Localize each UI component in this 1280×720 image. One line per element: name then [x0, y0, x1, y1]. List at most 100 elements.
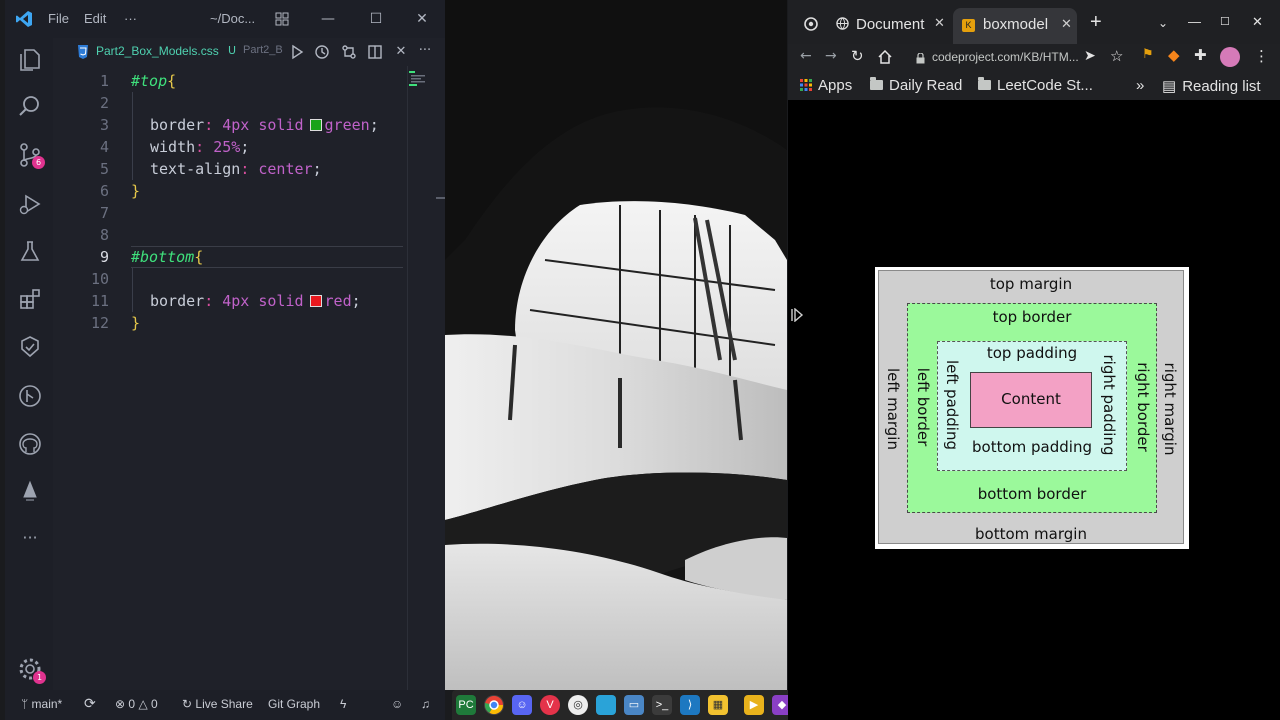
close-tab-icon[interactable]: ✕ — [393, 44, 409, 60]
search-icon[interactable] — [17, 93, 43, 119]
tab-css-file[interactable]: Part2_Box_Models.css — [96, 44, 219, 58]
red-color-swatch[interactable] — [309, 295, 322, 307]
extensions-icon[interactable] — [17, 286, 43, 312]
code-line[interactable]: 11 border: 4px solid red; — [53, 290, 413, 312]
notifications-bell-icon[interactable]: ♫ — [421, 697, 430, 711]
codeproject-favicon-icon: K — [962, 19, 975, 32]
chrome-toolbar: ← → ↻ codeproject.com/KB/HTM... ➤ ☆ ⚑ ◆ … — [788, 44, 1280, 72]
tab-document[interactable]: Document ✕ — [836, 10, 948, 40]
status-bar: ᛘ main* ⟳ ⊗ 0 △ 0 ↻ Live Share Git Graph… — [5, 690, 445, 720]
scrollbar-marker[interactable] — [436, 197, 445, 199]
minimize-icon[interactable]: — — [1188, 14, 1201, 44]
compare-icon[interactable] — [341, 44, 357, 60]
property-text-align: text-align — [150, 160, 241, 178]
reload-icon[interactable]: ↻ — [851, 47, 864, 65]
extensions-puzzle-icon[interactable]: ✚ — [1194, 46, 1207, 64]
reading-list-button[interactable]: ▤ Reading list — [1162, 77, 1261, 95]
remote-check-icon[interactable] — [17, 334, 43, 360]
code-line[interactable]: 5 text-align: center; — [53, 158, 413, 180]
explorer-icon[interactable] — [17, 46, 43, 72]
problems-status[interactable]: ⊗ 0 △ 0 — [115, 697, 158, 711]
files-icon[interactable]: ▭ — [624, 695, 644, 715]
git-graph-button[interactable]: Git Graph — [268, 697, 320, 711]
green-color-swatch[interactable] — [309, 119, 322, 131]
live-share-button[interactable]: ↻ Live Share — [182, 697, 253, 711]
code-line[interactable]: 3 border: 4px solid green; — [53, 114, 413, 136]
maximize-icon[interactable]: ☐ — [366, 9, 386, 29]
bookmark-apps[interactable]: Apps — [800, 77, 852, 94]
editor-area[interactable]: Part2_Box_Models.css U Part2_B ✕ ··· 1 #… — [53, 38, 445, 690]
more-actions-icon[interactable]: ··· — [417, 44, 433, 60]
chrome-more-icon[interactable]: ⋮ — [1254, 47, 1269, 65]
discord-icon[interactable]: ☺ — [512, 695, 532, 715]
close-icon[interactable]: ✕ — [412, 9, 432, 29]
app-circle-icon[interactable]: ◎ — [568, 695, 588, 715]
vscode-dock-icon[interactable]: ⟩ — [680, 695, 700, 715]
tab-boxmodel[interactable]: K boxmodel ✕ — [953, 8, 1077, 44]
git-graph-icon[interactable] — [17, 383, 43, 409]
code-line[interactable]: 6 } — [53, 180, 413, 202]
deploy-icon[interactable] — [17, 479, 43, 505]
code-line[interactable]: 1 #top{ — [53, 70, 413, 92]
more-bookmarks-button[interactable]: » — [1136, 77, 1144, 94]
send-icon[interactable]: ➤ — [1084, 48, 1096, 64]
code-line[interactable]: 8 — [53, 224, 413, 246]
tab-close-icon[interactable]: ✕ — [1061, 16, 1072, 32]
maximize-icon[interactable]: ☐ — [1220, 15, 1230, 45]
app-yellow-icon[interactable]: ▶ — [744, 695, 764, 715]
profile-avatar[interactable] — [1220, 47, 1240, 67]
bookmark-leetcode[interactable]: LeetCode St... — [978, 77, 1093, 94]
run-debug-icon[interactable] — [17, 191, 43, 217]
vivaldi-icon[interactable]: V — [540, 695, 560, 715]
new-tab-button[interactable]: + — [1090, 11, 1102, 41]
value-solid: solid — [258, 116, 304, 134]
tab-search-chevron-icon[interactable]: ⌄ — [1158, 16, 1168, 46]
run-icon[interactable] — [289, 44, 305, 60]
layout-icon[interactable] — [275, 12, 289, 26]
tab-close-icon[interactable]: ✕ — [934, 15, 945, 31]
forward-icon[interactable]: → — [825, 48, 837, 64]
reading-list-icon: ▤ — [1162, 78, 1177, 95]
menu-more[interactable]: ··· — [124, 11, 137, 26]
close-icon[interactable]: ✕ — [1252, 14, 1263, 44]
tab-boxmodel-title: boxmodel — [983, 16, 1049, 33]
vscode-titlebar: File Edit ··· ~/Doc... — ☐ ✕ — [5, 0, 445, 38]
github-icon[interactable] — [17, 431, 43, 457]
back-icon[interactable]: ← — [800, 48, 812, 64]
terminal-icon[interactable]: >_ — [652, 695, 672, 715]
metamask-icon[interactable]: ◆ — [1168, 46, 1180, 64]
line-number: 8 — [99, 226, 109, 244]
code-line[interactable]: 7 — [53, 202, 413, 224]
pycharm-icon[interactable]: PC — [456, 695, 476, 715]
chrome-menu-icon[interactable] — [804, 17, 818, 31]
chrome-icon[interactable] — [484, 695, 504, 715]
menu-file[interactable]: File — [48, 11, 69, 26]
code-line[interactable]: 10 — [53, 268, 413, 290]
home-icon[interactable] — [878, 50, 892, 64]
minimize-icon[interactable]: — — [318, 9, 338, 29]
code-line[interactable]: 2 — [53, 92, 413, 114]
feedback-icon[interactable]: ☺ — [391, 697, 403, 711]
app-blue-icon[interactable] — [596, 695, 616, 715]
address-bar[interactable]: codeproject.com/KB/HTM... — [908, 45, 1170, 71]
testing-icon[interactable] — [17, 238, 43, 264]
code-line[interactable]: 4 width: 25%; — [53, 136, 413, 158]
tab-next-file[interactable]: Part2_B — [243, 44, 283, 56]
split-editor-icon[interactable] — [367, 44, 383, 60]
sync-icon[interactable]: ⟳ — [84, 695, 96, 712]
source-control-icon[interactable]: 6 — [17, 142, 45, 169]
menu-edit[interactable]: Edit — [84, 11, 106, 26]
timeline-icon[interactable] — [314, 44, 330, 60]
bookmark-star-icon[interactable]: ☆ — [1110, 47, 1123, 65]
code-line[interactable]: 12 } — [53, 312, 413, 334]
code-line[interactable]: 9 #bottom{ — [53, 246, 413, 268]
branch-status[interactable]: ᛘ main* — [21, 697, 62, 711]
bookmark-daily-read[interactable]: Daily Read — [870, 77, 962, 94]
app-grid-icon[interactable]: ▦ — [708, 695, 728, 715]
settings-gear-icon[interactable]: 1 — [17, 656, 46, 684]
more-icon[interactable]: ··· — [17, 528, 43, 554]
extension-icon[interactable]: ⚑ — [1142, 47, 1154, 62]
activity-bar: 6 ··· 1 — [5, 38, 53, 690]
line-number: 1 — [99, 72, 109, 90]
lightning-icon[interactable]: ϟ — [340, 697, 346, 711]
